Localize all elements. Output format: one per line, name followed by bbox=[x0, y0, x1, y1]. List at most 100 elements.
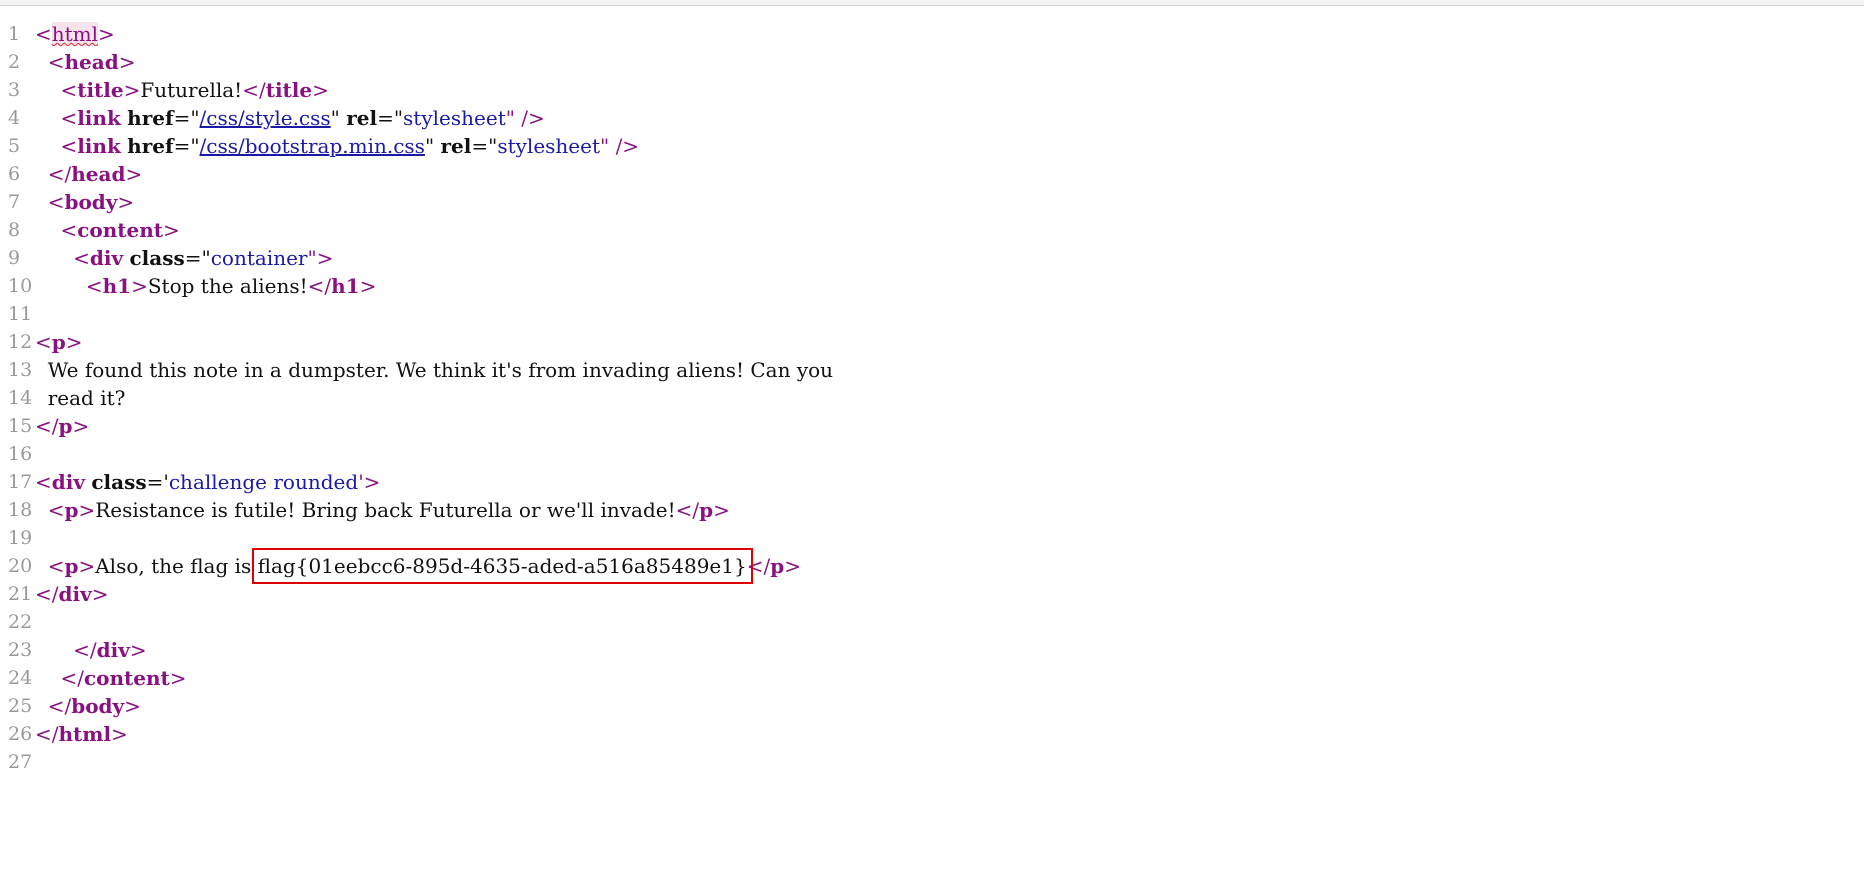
tag-bracket: > bbox=[111, 722, 128, 746]
attribute-name: href bbox=[127, 134, 174, 158]
source-line: 18 <p>Resistance is futile! Bring back F… bbox=[0, 496, 1864, 524]
tag-bracket: > bbox=[91, 582, 109, 606]
tag-name: content bbox=[83, 666, 170, 690]
tag-bracket: </ bbox=[35, 582, 59, 606]
tag-bracket: < bbox=[60, 78, 78, 102]
tag-bracket: < bbox=[85, 274, 103, 298]
stylesheet-link[interactable]: /css/style.css bbox=[200, 106, 331, 130]
tag-name: head bbox=[64, 50, 119, 74]
source-line: 1 <html> bbox=[0, 20, 1864, 48]
source-line: 10 <h1>Stop the aliens!</h1> bbox=[0, 272, 1864, 300]
line-code: </div> bbox=[35, 636, 146, 664]
page-source-view: 1 <html> 2 <head> 3 <title>Futurella!</titl… bbox=[0, 20, 1864, 776]
tag-bracket: > bbox=[117, 190, 135, 214]
source-line: 8 <content> bbox=[0, 216, 1864, 244]
line-number: 2 bbox=[8, 51, 21, 73]
attribute-value: stylesheet bbox=[403, 106, 506, 130]
tag-bracket: </ bbox=[73, 638, 97, 662]
source-line: 26 </html> bbox=[0, 720, 1864, 748]
tag-name: h1 bbox=[331, 274, 360, 298]
attribute-name: href bbox=[127, 106, 174, 130]
line-code: <p>Resistance is futile! Bring back Futu… bbox=[35, 496, 730, 524]
tag-name: link bbox=[77, 134, 121, 158]
tag-bracket: </ bbox=[307, 274, 332, 298]
line-number: 5 bbox=[8, 135, 21, 157]
source-line: 16 bbox=[0, 440, 1864, 468]
tag-bracket: < bbox=[60, 134, 78, 158]
tag-bracket: < bbox=[47, 554, 65, 578]
line-number: 12 bbox=[8, 331, 33, 353]
attribute-name: class bbox=[91, 470, 147, 494]
source-line: 9 <div class="container"> bbox=[0, 244, 1864, 272]
source-line: 13 We found this note in a dumpster. We … bbox=[0, 356, 1864, 384]
text-content: Also, the flag is bbox=[95, 554, 258, 578]
tag-name: title bbox=[77, 78, 124, 102]
text-content: =" bbox=[377, 106, 404, 130]
tag-bracket: </ bbox=[47, 694, 72, 718]
tag-bracket: < bbox=[47, 50, 65, 74]
tag-name: html bbox=[58, 722, 112, 746]
tag-bracket: > bbox=[131, 274, 148, 298]
line-number: 18 bbox=[8, 499, 33, 521]
source-line: 14 read it? bbox=[0, 384, 1864, 412]
line-number: 21 bbox=[8, 583, 33, 605]
source-line: 20 <p>Also, the flag is flag{01eebcc6-89… bbox=[0, 548, 1864, 584]
tag-name: content bbox=[77, 218, 164, 242]
tag-bracket: > bbox=[118, 50, 136, 74]
tag-bracket: > bbox=[359, 274, 377, 298]
tag-bracket: </ bbox=[242, 78, 266, 102]
source-line: 3 <title>Futurella!</title> bbox=[0, 76, 1864, 104]
text-content: =" bbox=[471, 134, 498, 158]
line-code: We found this note in a dumpster. We thi… bbox=[35, 356, 833, 384]
tag-bracket: > bbox=[125, 162, 143, 186]
tag-bracket: < bbox=[35, 22, 52, 46]
text-content: Resistance is futile! Bring back Futurel… bbox=[95, 498, 676, 522]
tag-bracket: </ bbox=[35, 414, 59, 438]
line-number: 7 bbox=[8, 191, 21, 213]
tag-bracket: " /> bbox=[505, 106, 545, 130]
tag-name: p bbox=[64, 554, 79, 578]
line-number: 16 bbox=[8, 443, 33, 465]
tag-bracket: < bbox=[35, 330, 52, 354]
tag-bracket: </ bbox=[746, 554, 771, 578]
text-content: " bbox=[424, 134, 441, 158]
tag-bracket: > bbox=[713, 498, 730, 522]
stylesheet-link[interactable]: /css/bootstrap.min.css bbox=[200, 134, 425, 158]
source-line: 7 <body> bbox=[0, 188, 1864, 216]
line-code: <link href="/css/bootstrap.min.css" rel=… bbox=[35, 132, 639, 160]
line-number: 10 bbox=[8, 275, 33, 297]
line-number: 11 bbox=[8, 303, 33, 325]
line-number: 22 bbox=[8, 611, 33, 633]
line-code: </content> bbox=[35, 664, 186, 692]
tag-bracket: < bbox=[47, 498, 65, 522]
tag-bracket: > bbox=[312, 78, 329, 102]
tag-name: p bbox=[51, 330, 66, 354]
line-number: 26 bbox=[8, 723, 33, 745]
tag-name: p bbox=[770, 554, 785, 578]
flag-highlight: flag{01eebcc6-895d-4635-aded-a516a85489e… bbox=[251, 548, 753, 584]
source-line: 22 bbox=[0, 608, 1864, 636]
line-number: 3 bbox=[8, 79, 21, 101]
text-content: " bbox=[330, 106, 347, 130]
tag-bracket: > bbox=[123, 78, 141, 102]
attribute-name: rel bbox=[346, 106, 378, 130]
line-number: 23 bbox=[8, 639, 33, 661]
tag-name: head bbox=[71, 162, 126, 186]
attribute-name: rel bbox=[440, 134, 472, 158]
line-code: <title>Futurella!</title> bbox=[35, 76, 329, 104]
tag-bracket: > bbox=[78, 498, 96, 522]
tag-bracket: </ bbox=[60, 666, 84, 690]
line-number: 19 bbox=[8, 527, 33, 549]
text-content: We found this note in a dumpster. We thi… bbox=[47, 358, 834, 382]
line-code: <p> bbox=[35, 328, 83, 356]
text-content: Stop the aliens! bbox=[147, 274, 308, 298]
attribute-value: container bbox=[210, 246, 308, 270]
